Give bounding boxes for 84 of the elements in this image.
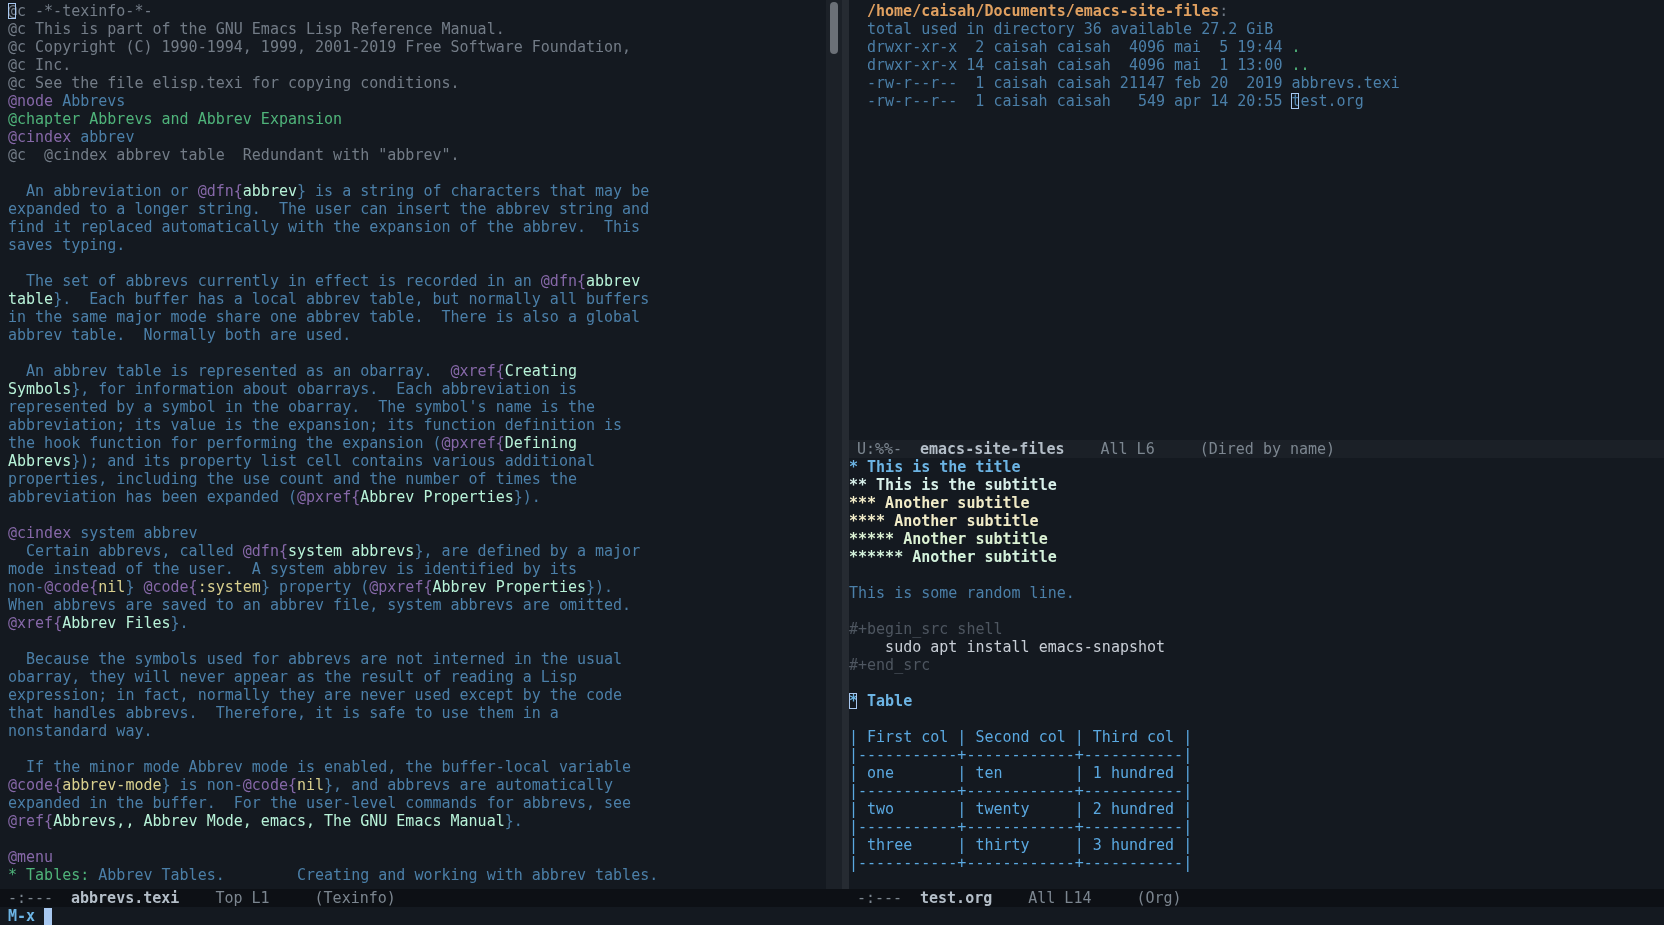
code-line: nonstandard way.	[8, 722, 154, 740]
code-line: expanded to a longer string. The user can insert the abbrev string and	[8, 200, 651, 218]
org-text-line: This is some random line.	[849, 584, 1076, 602]
table-line: |-----------+------------+-----------|	[849, 818, 1194, 836]
code-line: abbreviation; its value is the expansion; its function definition is	[8, 416, 624, 434]
code-line: Symbols}, for information about obarrays. Each abbreviation is	[8, 380, 578, 398]
table-line: |-----------+------------+-----------|	[849, 746, 1194, 764]
code-line: mode instead of the user. A system abbrev is identified by its	[8, 560, 578, 578]
major-mode: (Texinfo)	[314, 889, 396, 907]
table-line: |-----------+------------+-----------|	[849, 854, 1194, 872]
code-line: abbreviation has been expanded (@pxref{Abbrev Properties}).	[8, 488, 542, 506]
code-line: @c This is part of the GNU Emacs Lisp Reference Manual.	[8, 20, 506, 38]
major-mode: (Dired by name)	[1199, 440, 1336, 458]
code-line: @node Abbrevs	[8, 92, 127, 110]
code-line: obarray, they will never appear as the result of reading a Lisp	[8, 668, 578, 686]
buffer-name: emacs-site-files	[920, 440, 1065, 458]
code-line: expression; in fact, normally they are never used except by the code	[8, 686, 624, 704]
file-info: -rw-r--r-- 1 caisah caisah 21147 feb 20 2019	[867, 74, 1284, 92]
code-line: non-@code{nil} @code{:system} property (@pxref{Abbrev Properties}).	[8, 578, 615, 596]
table-line: | two | twenty | 2 hundred |	[849, 800, 1194, 818]
code-line: * Tables: Abbrev Tables. Creating and working with abbrev tables.	[8, 866, 660, 884]
file-name[interactable]: .	[1291, 38, 1301, 56]
code-line: @c Inc.	[8, 56, 73, 74]
code-line: @xref{Abbrev Files}.	[8, 614, 190, 632]
line-position: All L6	[1100, 440, 1155, 458]
code-line: @c See the file elisp.texi for copying conditions.	[8, 74, 461, 92]
table-line: |-----------+------------+-----------|	[849, 782, 1194, 800]
scroll-thumb[interactable]	[830, 2, 838, 54]
table-line: | one | ten | 1 hundred |	[849, 764, 1194, 782]
code-line: represented by a symbol in the obarray. The symbol's name is the	[8, 398, 596, 416]
block-delimiter: #+end_src	[849, 656, 932, 674]
code-line: abbrev table. Normally both are used.	[8, 326, 353, 344]
org-heading[interactable]: ****** Another subtitle	[849, 548, 1664, 566]
code-line: An abbrev table is represented as an obarray. @xref{Creating	[25, 362, 578, 380]
buffer-state: -:---	[8, 889, 55, 907]
org-heading[interactable]: * This is the title	[849, 458, 1664, 476]
file-info: -rw-r--r-- 1 caisah caisah 549 apr 14 20:55	[867, 92, 1284, 110]
code-line: Certain abbrevs, called @dfn{system abbrevs}, are defined by a major	[25, 542, 642, 560]
buffer-state: U:%%-	[857, 440, 904, 458]
org-heading[interactable]: ** This is the subtitle	[849, 476, 1664, 494]
code-line: sudo apt install emacs-snapshot	[884, 638, 1167, 656]
code-line: that handles abbrevs. Therefore, it is safe to use them in a	[8, 704, 560, 722]
code-line: @code{abbrev-mode} is non-@code{nil}, and abbrevs are automatically	[8, 776, 615, 794]
line-position: Top L1	[215, 889, 270, 907]
major-mode: (Org)	[1136, 889, 1182, 907]
code-line: saves typing.	[8, 236, 127, 254]
org-heading[interactable]: *** Another subtitle	[849, 494, 1664, 512]
text-cursor	[44, 907, 53, 925]
file-name[interactable]: ..	[1291, 56, 1310, 74]
code-line: expanded in the buffer. For the user-level commands for abbrevs, see	[8, 794, 633, 812]
code-line: find it replaced automatically with the expansion of the abbrev. This	[8, 218, 642, 236]
file-name[interactable]: abbrevs.texi	[1291, 74, 1400, 92]
file-info: drwxr-xr-x 2 caisah caisah 4096 mai 5 19:44	[867, 38, 1284, 56]
minibuffer-prompt: M-x	[8, 907, 36, 925]
directory-header: /home/caisah/Documents/emacs-site-files:	[866, 2, 1230, 20]
code-line: in the same major mode share one abbrev table. There is also a global	[8, 308, 642, 326]
code-line: @cindex abbrev	[8, 128, 136, 146]
block-delimiter: #+begin_src shell	[849, 620, 1004, 638]
buffer-state: -:---	[857, 889, 904, 907]
code-line: the hook function for performing the expansion (@pxref{Defining	[8, 434, 578, 452]
code-line: properties, including the use count and the number of times the	[8, 470, 578, 488]
code-line: @c Copyright (C) 1990-1994, 1999, 2001-2019 Free Software Foundation,	[8, 38, 633, 56]
buffer-name: abbrevs.texi	[71, 889, 180, 907]
code-line: @chapter Abbrevs and Abbrev Expansion	[8, 110, 344, 128]
code-line: table}. Each buffer has a local abbrev table, but normally all buffers	[8, 290, 651, 308]
scroll-bar[interactable]	[826, 0, 842, 889]
line-position: All L14	[1028, 889, 1092, 907]
code-line: Because the symbols used for abbrevs are not interned in the usual	[25, 650, 624, 668]
code-line: When abbrevs are saved to an abbrev file, system abbrevs are omitted.	[8, 596, 633, 614]
table-line: | three | thirty | 3 hundred |	[849, 836, 1194, 854]
code-line: Abbrevs}); and its property list cell contains various additional	[8, 452, 596, 470]
buffer-name: test.org	[920, 889, 993, 907]
code-line: @c @cindex abbrev table Redundant with "abbrev".	[8, 146, 461, 164]
code-line: The set of abbrevs currently in effect is recorded in an @dfn{abbrev	[25, 272, 642, 290]
table-line: | First col | Second col | Third col |	[849, 728, 1194, 746]
directory-summary: total used in directory 36 available 27.2 GiB	[866, 20, 1275, 38]
code-line: @menu	[8, 848, 55, 866]
code-line: @cindex system abbrev	[8, 524, 199, 542]
file-info: drwxr-xr-x 14 caisah caisah 4096 mai 1 13:00	[867, 56, 1284, 74]
org-heading[interactable]: ***** Another subtitle	[849, 530, 1664, 548]
org-heading[interactable]: **** Another subtitle	[849, 512, 1664, 530]
code-line: An abbreviation or @dfn{abbrev} is a string of characters that may be	[25, 182, 651, 200]
code-line: @ref{Abbrevs,, Abbrev Mode, emacs, The GNU Emacs Manual}.	[8, 812, 524, 830]
code-line: If the minor mode Abbrev mode is enabled, the buffer-local variable	[25, 758, 633, 776]
